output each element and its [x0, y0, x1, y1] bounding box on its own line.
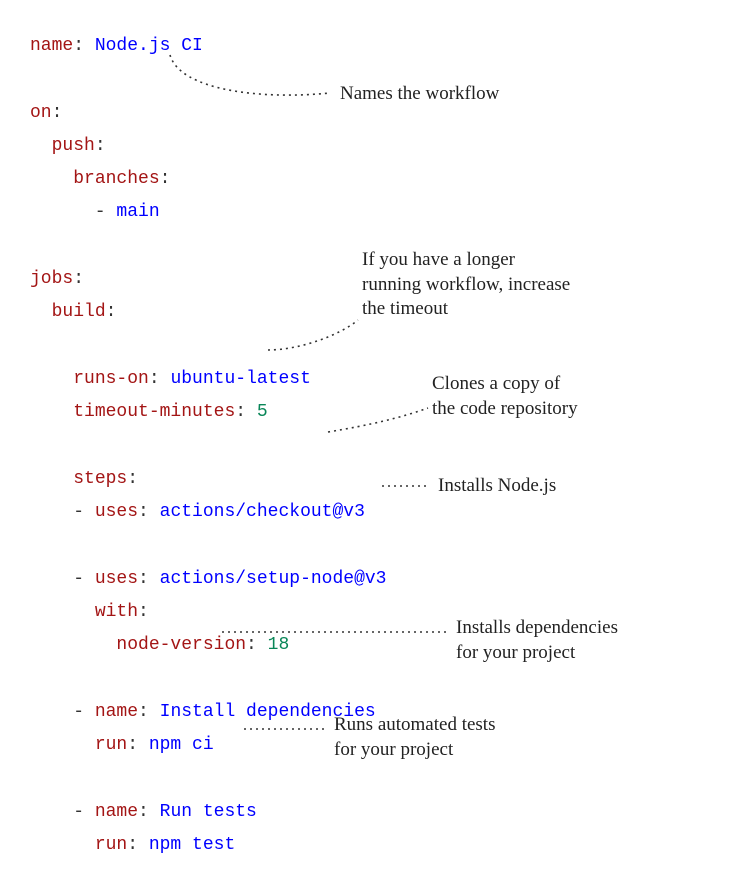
annotation-clones: Clones a copy ofthe code repository — [432, 372, 578, 421]
code-line: run: npm test — [30, 829, 710, 862]
key-uses: uses — [95, 569, 138, 589]
key-branches: branches — [73, 169, 159, 189]
annotation-runs-tests: Runs automated testsfor your project — [334, 713, 495, 762]
key-build: build — [52, 302, 106, 322]
code-line: timeout-minutes: 5 — [30, 396, 710, 429]
key-with: with — [95, 602, 138, 622]
val-node-version: 18 — [268, 635, 290, 655]
key-steps: steps — [73, 469, 127, 489]
code-line — [30, 430, 710, 463]
val-timeout: 5 — [257, 402, 268, 422]
code-line: branches: — [30, 163, 710, 196]
key-name: name — [30, 36, 73, 56]
code-line — [30, 330, 710, 363]
key-run: run — [95, 835, 127, 855]
val-runs-on: ubuntu-latest — [170, 369, 310, 389]
key-runs-on: runs-on — [73, 369, 149, 389]
code-line: name: Node.js CI — [30, 30, 710, 63]
annotation-timeout: If you have a longerrunning workflow, in… — [362, 248, 570, 322]
code-line: push: — [30, 130, 710, 163]
key-timeout: timeout-minutes — [73, 402, 235, 422]
val-tests-name: Run tests — [160, 802, 257, 822]
code-line — [30, 763, 710, 796]
key-jobs: jobs — [30, 269, 73, 289]
key-step-name: name — [95, 702, 138, 722]
val-install-cmd: npm ci — [149, 735, 214, 755]
code-line: - uses: actions/checkout@v3 — [30, 496, 710, 529]
code-line: - main — [30, 196, 710, 229]
val-name: Node.js CI — [95, 36, 203, 56]
key-push: push — [52, 136, 95, 156]
key-uses: uses — [95, 502, 138, 522]
code-line — [30, 529, 710, 562]
code-line: steps: — [30, 463, 710, 496]
val-checkout: actions/checkout@v3 — [160, 502, 365, 522]
val-setup-node: actions/setup-node@v3 — [160, 569, 387, 589]
annotation-names: Names the workflow — [340, 82, 499, 107]
code-line: - name: Run tests — [30, 796, 710, 829]
key-node-version: node-version — [116, 635, 246, 655]
key-run: run — [95, 735, 127, 755]
val-tests-cmd: npm test — [149, 835, 235, 855]
code-line: - uses: actions/setup-node@v3 — [30, 563, 710, 596]
code-line: runs-on: ubuntu-latest — [30, 363, 710, 396]
annotation-installs-deps: Installs dependenciesfor your project — [456, 616, 618, 665]
key-on: on — [30, 103, 52, 123]
key-step-name: name — [95, 802, 138, 822]
val-branch: main — [116, 202, 159, 222]
code-line — [30, 663, 710, 696]
annotation-installs-node: Installs Node.js — [438, 474, 556, 499]
